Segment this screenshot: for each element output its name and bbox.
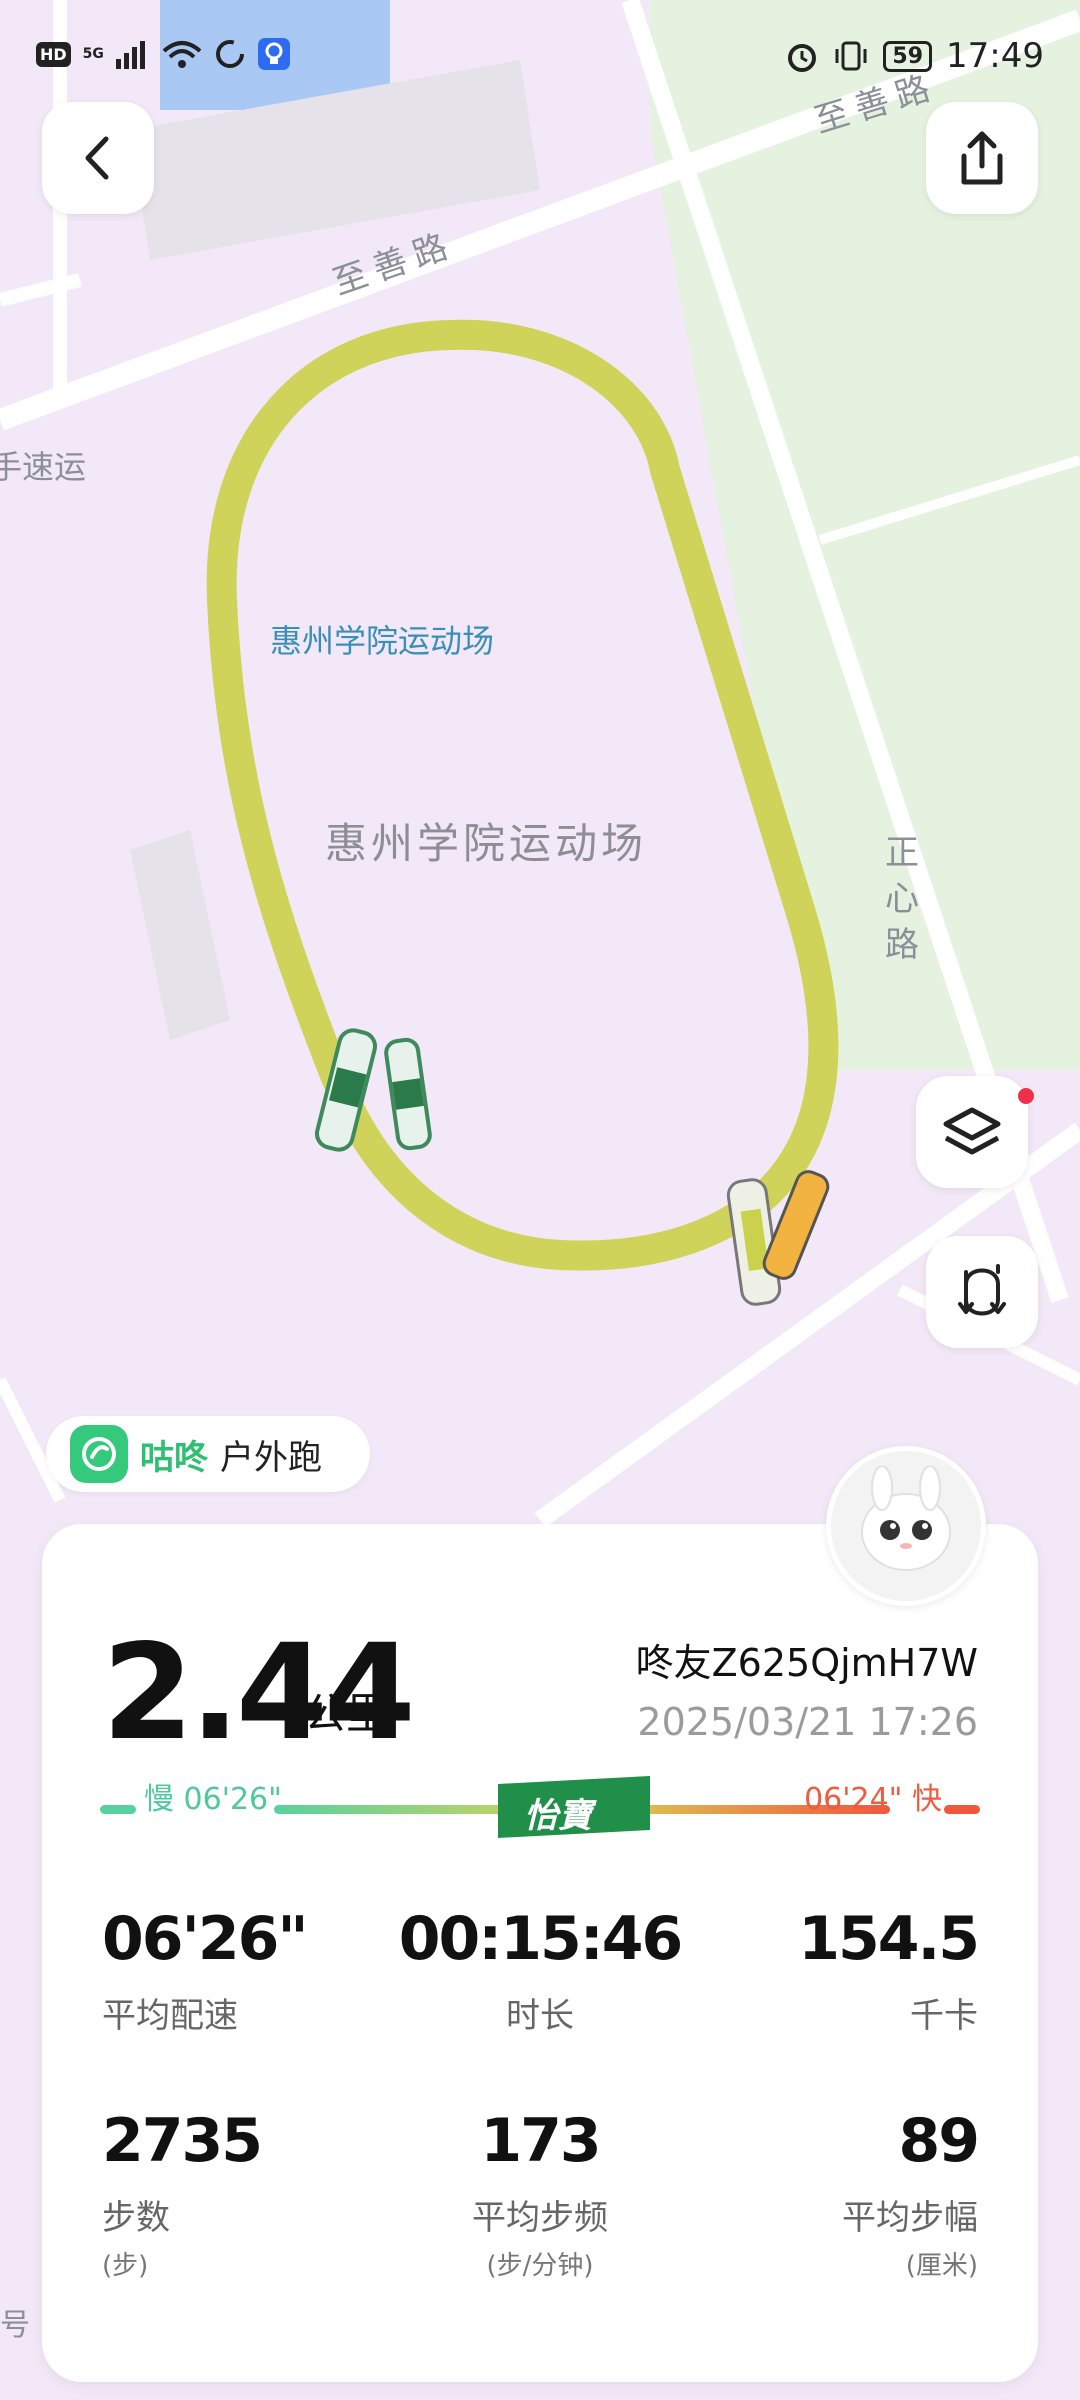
road-label: 正心路 xyxy=(885,833,919,965)
battery-icon: 59 xyxy=(883,40,933,72)
activity-type: 户外跑 xyxy=(220,1437,322,1478)
stat-label: 平均配速 xyxy=(102,1996,238,2036)
stat-value: 173 xyxy=(480,2106,601,2176)
pace-fast-label: 06'24" 快 xyxy=(804,1782,942,1817)
stat-value: 89 xyxy=(898,2106,981,2176)
stat-value: 154.5 xyxy=(798,1904,980,1974)
stat-label: 步数 xyxy=(102,2198,170,2238)
network-type: 5G xyxy=(82,46,104,62)
hd-icon: HD xyxy=(36,41,71,67)
layers-icon xyxy=(943,1107,1001,1155)
stat-value: 00:15:46 xyxy=(398,1904,683,1974)
stat-value: 06'26" xyxy=(102,1904,309,1974)
activity-datetime: 2025/03/21 17:26 xyxy=(637,1700,978,1744)
road-label: 手速运 xyxy=(0,448,87,486)
bunny-avatar-icon xyxy=(861,1466,951,1571)
notification-dot xyxy=(1018,1088,1034,1104)
sync-icon xyxy=(215,40,244,68)
poi-label: 惠州学院运动场 xyxy=(270,622,495,660)
distance-unit: 公里 xyxy=(304,1689,389,1738)
stat-unit: (步) xyxy=(102,2251,149,2281)
road-label: 号 xyxy=(0,2308,30,2343)
user-name: 咚友Z625QjmH7W xyxy=(635,1641,978,1685)
clock: 17:49 xyxy=(946,36,1044,76)
brand-pill: 咕咚 户外跑 xyxy=(46,1416,370,1492)
app-logo-icon xyxy=(70,1425,128,1483)
vibrate-icon xyxy=(835,41,867,71)
summary-card: 2.44 公里 咚友Z625QjmH7W 2025/03/21 17:26 怡寶… xyxy=(42,1524,1038,2382)
stat-duration: 00:15:46 时长 xyxy=(390,1904,690,2037)
stat-avg-pace: 06'26" 平均配速 xyxy=(102,1904,402,2037)
app-name: 咕咚 xyxy=(140,1437,208,1478)
map-layers-button[interactable] xyxy=(916,1076,1028,1188)
alarm-icon xyxy=(788,44,817,72)
stat-stride: 89 平均步幅 (厘米) xyxy=(678,2106,981,2282)
area-label: 惠州学院运动场 xyxy=(325,819,648,868)
share-icon xyxy=(961,131,1003,185)
stat-value: 2735 xyxy=(102,2106,263,2176)
bulb-icon xyxy=(257,38,290,70)
status-bar: HD 5G 59 17:49 xyxy=(0,0,1080,110)
stat-label: 平均步幅 xyxy=(842,2198,978,2238)
avatar[interactable] xyxy=(826,1446,986,1606)
stat-steps: 2735 步数 (步) xyxy=(102,2106,402,2282)
sponsor-label: 怡寶 xyxy=(524,1796,592,1836)
stat-label: 时长 xyxy=(506,1996,574,2036)
stat-cadence: 173 平均步频 (步/分钟) xyxy=(390,2106,690,2282)
route-replay-button[interactable] xyxy=(926,1236,1038,1348)
stat-label: 平均步频 xyxy=(472,2198,608,2238)
back-icon xyxy=(85,136,109,180)
stat-unit: (步/分钟) xyxy=(486,2251,594,2281)
stat-unit: (厘米) xyxy=(905,2251,978,2281)
stat-label: 千卡 xyxy=(910,1996,978,2036)
back-button[interactable] xyxy=(42,102,154,214)
stat-calories: 154.5 千卡 xyxy=(678,1904,980,2037)
share-button[interactable] xyxy=(926,102,1038,214)
signal-icon xyxy=(115,41,145,69)
pace-slow-label: 慢 06'26" xyxy=(144,1782,282,1817)
route-icon xyxy=(958,1264,1006,1316)
wifi-icon xyxy=(162,41,202,68)
